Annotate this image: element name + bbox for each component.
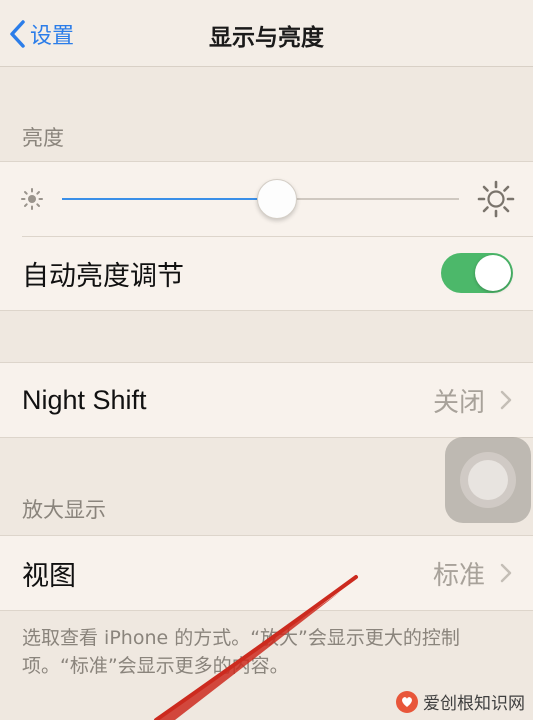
- watermark-logo-icon: [396, 690, 418, 713]
- brightness-slider-row: [0, 162, 533, 236]
- zoom-group: 视图 标准: [0, 535, 533, 611]
- sun-large-icon: [477, 180, 515, 218]
- red-annotation-arrow: [154, 575, 358, 720]
- auto-brightness-label: 自动亮度调节: [22, 260, 184, 291]
- brightness-slider-fill: [62, 198, 277, 200]
- night-shift-label: Night Shift: [22, 384, 147, 415]
- brightness-group: 自动亮度调节: [0, 161, 533, 311]
- night-shift-row[interactable]: Night Shift 关闭: [0, 363, 533, 437]
- brightness-section-header: 亮度: [22, 126, 64, 150]
- view-row[interactable]: 视图 标准: [0, 536, 533, 610]
- brightness-slider[interactable]: [62, 179, 459, 219]
- zoom-section-header: 放大显示: [22, 498, 106, 522]
- chevron-right-icon: [500, 390, 512, 410]
- night-shift-value: 关闭: [432, 387, 485, 418]
- auto-brightness-row: 自动亮度调节: [0, 236, 533, 310]
- navigation-bar: 设置 显示与亮度: [0, 0, 533, 67]
- sun-small-icon: [21, 188, 43, 210]
- assistive-touch-ring-inner: [468, 460, 508, 500]
- night-shift-group: Night Shift 关闭: [0, 362, 533, 438]
- assistive-touch-icon[interactable]: [445, 437, 531, 523]
- page-title: 显示与亮度: [209, 25, 324, 51]
- zoom-footer-note: 选取查看 iPhone 的方式。“放大”会显示更大的控制项。“标准”会显示更多的…: [22, 627, 460, 677]
- view-label: 视图: [22, 560, 76, 591]
- chevron-right-icon: [500, 563, 512, 583]
- brightness-slider-knob[interactable]: [257, 179, 298, 219]
- watermark-text: 爱创根知识网: [423, 694, 525, 714]
- watermark: 爱创根知识网: [396, 689, 525, 714]
- view-value: 标准: [432, 560, 485, 591]
- auto-brightness-toggle[interactable]: [441, 253, 513, 293]
- toggle-knob: [475, 255, 511, 291]
